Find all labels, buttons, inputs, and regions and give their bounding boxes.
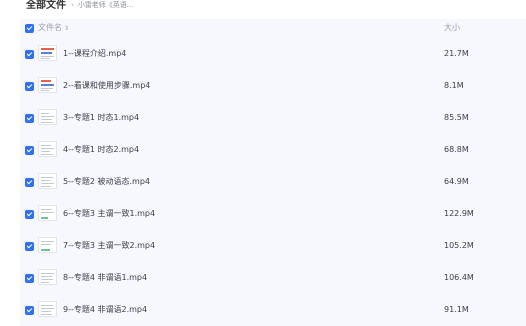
file-size: 85.5M [444,113,469,122]
file-name[interactable]: 1--课程介绍.mp4 [63,48,126,59]
file-name[interactable]: 9--专题4 非谓语2.mp4 [63,304,147,315]
video-thumbnail-icon [38,77,57,93]
file-checkbox[interactable] [25,178,34,187]
file-row[interactable]: 5--专题2 被动语态.mp4 64.9M [20,168,526,198]
video-thumbnail-icon [38,205,57,221]
video-thumbnail-icon [38,109,57,125]
file-row[interactable]: 8--专题4 非谓语1.mp4 106.4M [20,264,526,294]
column-header-name-label: 文件名 [38,23,62,32]
video-thumbnail-icon [38,141,57,157]
column-header-name[interactable]: 文件名 ⇕ [38,22,69,34]
select-all-checkbox[interactable] [25,24,34,33]
column-header-size[interactable]: 大小 [444,22,460,33]
video-thumbnail-icon [38,301,57,317]
file-size: 8.1M [444,81,464,90]
file-row[interactable]: 6--专题3 主谓一致1.mp4 122.9M [20,200,526,230]
video-thumbnail-icon [38,237,57,253]
file-list: 文件名 ⇕ 大小 1--课程介绍.mp4 21.7M 2--看课和使用步骤.mp4… [20,19,526,326]
file-checkbox[interactable] [25,146,34,155]
file-row[interactable]: 3--专题1 时态1.mp4 85.5M [20,104,526,134]
file-checkbox[interactable] [25,274,34,283]
file-size: 21.7M [444,49,469,58]
file-name[interactable]: 4--专题1 时态2.mp4 [63,144,139,155]
breadcrumb: 全部文件 › 小雷老师《英语... [26,0,134,11]
file-size: 91.1M [444,305,469,314]
breadcrumb-root-all-files[interactable]: 全部文件 [26,0,66,11]
file-size: 68.8M [444,145,469,154]
file-list-header: 文件名 ⇕ 大小 [20,19,526,38]
file-size: 105.2M [444,241,474,250]
breadcrumb-current-folder: 小雷老师《英语... [77,1,134,9]
sort-icon[interactable]: ⇕ [64,25,69,32]
file-name[interactable]: 6--专题3 主谓一致1.mp4 [63,208,155,219]
video-thumbnail-icon [38,269,57,285]
video-thumbnail-icon [38,173,57,189]
video-thumbnail-icon [38,45,57,61]
file-size: 106.4M [444,273,474,282]
file-size: 64.9M [444,177,469,186]
file-checkbox[interactable] [25,50,34,59]
file-name[interactable]: 5--专题2 被动语态.mp4 [63,176,150,187]
file-name[interactable]: 7--专题3 主谓一致2.mp4 [63,240,155,251]
file-checkbox[interactable] [25,242,34,251]
file-checkbox[interactable] [25,114,34,123]
file-name[interactable]: 3--专题1 时态1.mp4 [63,112,139,123]
breadcrumb-separator-icon: › [71,1,74,9]
file-name[interactable]: 2--看课和使用步骤.mp4 [63,80,150,91]
file-checkbox[interactable] [25,210,34,219]
file-size: 122.9M [444,209,474,218]
file-checkbox[interactable] [25,82,34,91]
file-row[interactable]: 7--专题3 主谓一致2.mp4 105.2M [20,232,526,262]
file-row[interactable]: 1--课程介绍.mp4 21.7M [20,40,526,70]
file-row[interactable]: 4--专题1 时态2.mp4 68.8M [20,136,526,166]
file-row[interactable]: 2--看课和使用步骤.mp4 8.1M [20,72,526,102]
file-row[interactable]: 9--专题4 非谓语2.mp4 91.1M [20,296,526,326]
file-name[interactable]: 8--专题4 非谓语1.mp4 [63,272,147,283]
file-browser-page: 全部文件 › 小雷老师《英语... 文件名 ⇕ 大小 1--课程介绍.mp4 21… [0,0,526,326]
file-checkbox[interactable] [25,306,34,315]
